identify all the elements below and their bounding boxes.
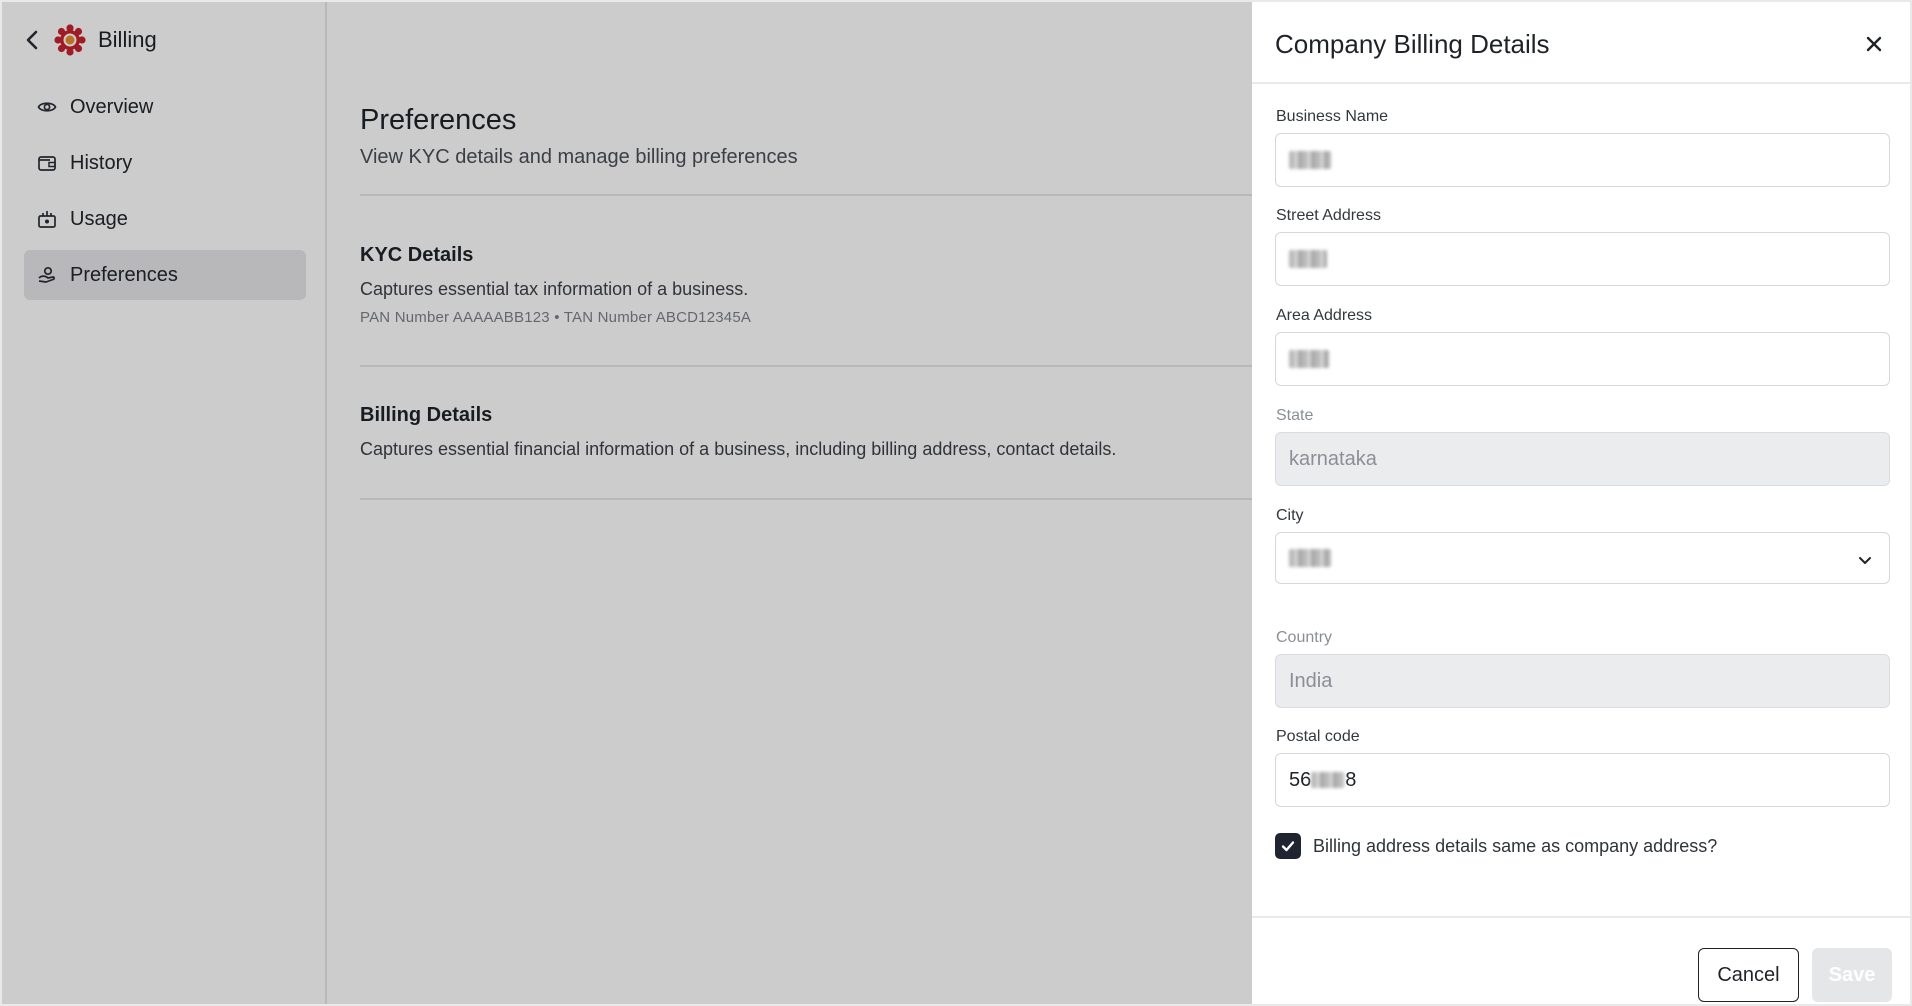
save-button[interactable]: Save: [1812, 948, 1892, 1002]
street-address-label: Street Address: [1276, 207, 1381, 224]
postal-code-start: 56: [1289, 768, 1312, 791]
billing-details-drawer: Company Billing Details Business Name St…: [1252, 2, 1910, 1004]
same-address-checkbox-label: Billing address details same as company …: [1313, 835, 1718, 856]
redacted-value: [1289, 250, 1327, 268]
area-address-input[interactable]: [1275, 332, 1890, 386]
same-address-checkbox[interactable]: [1275, 833, 1301, 859]
postal-code-end: 8: [1345, 768, 1357, 791]
state-value: karnataka: [1289, 447, 1377, 470]
cancel-button[interactable]: Cancel: [1698, 948, 1799, 1002]
drawer-footer: Cancel Save: [1252, 916, 1910, 1004]
redacted-value: [1289, 350, 1329, 368]
close-icon: [1866, 36, 1882, 52]
country-input: India: [1275, 654, 1890, 708]
drawer-header: Company Billing Details: [1252, 2, 1910, 84]
country-label: Country: [1276, 629, 1333, 646]
chevron-down-icon: [1859, 557, 1871, 564]
same-address-checkbox-row[interactable]: Billing address details same as company …: [1275, 833, 1717, 859]
postal-code-label: Postal code: [1276, 728, 1360, 745]
state-input: karnataka: [1275, 432, 1890, 486]
redacted-value: [1311, 772, 1346, 788]
city-select[interactable]: [1275, 532, 1890, 584]
drawer-title: Company Billing Details: [1275, 29, 1550, 59]
app-window: Billing Overview History Usage Preferenc…: [2, 2, 1910, 1004]
postal-code-input[interactable]: 56 8: [1275, 753, 1890, 807]
business-name-input[interactable]: [1275, 133, 1890, 187]
state-label: State: [1276, 407, 1314, 424]
street-address-input[interactable]: [1275, 232, 1890, 286]
checkmark-icon: [1281, 841, 1295, 852]
area-address-label: Area Address: [1276, 307, 1373, 324]
close-button[interactable]: [1860, 30, 1888, 58]
redacted-value: [1289, 549, 1331, 567]
business-name-label: Business Name: [1276, 108, 1389, 125]
country-value: India: [1289, 669, 1333, 692]
city-label: City: [1276, 507, 1304, 524]
redacted-value: [1289, 151, 1331, 169]
